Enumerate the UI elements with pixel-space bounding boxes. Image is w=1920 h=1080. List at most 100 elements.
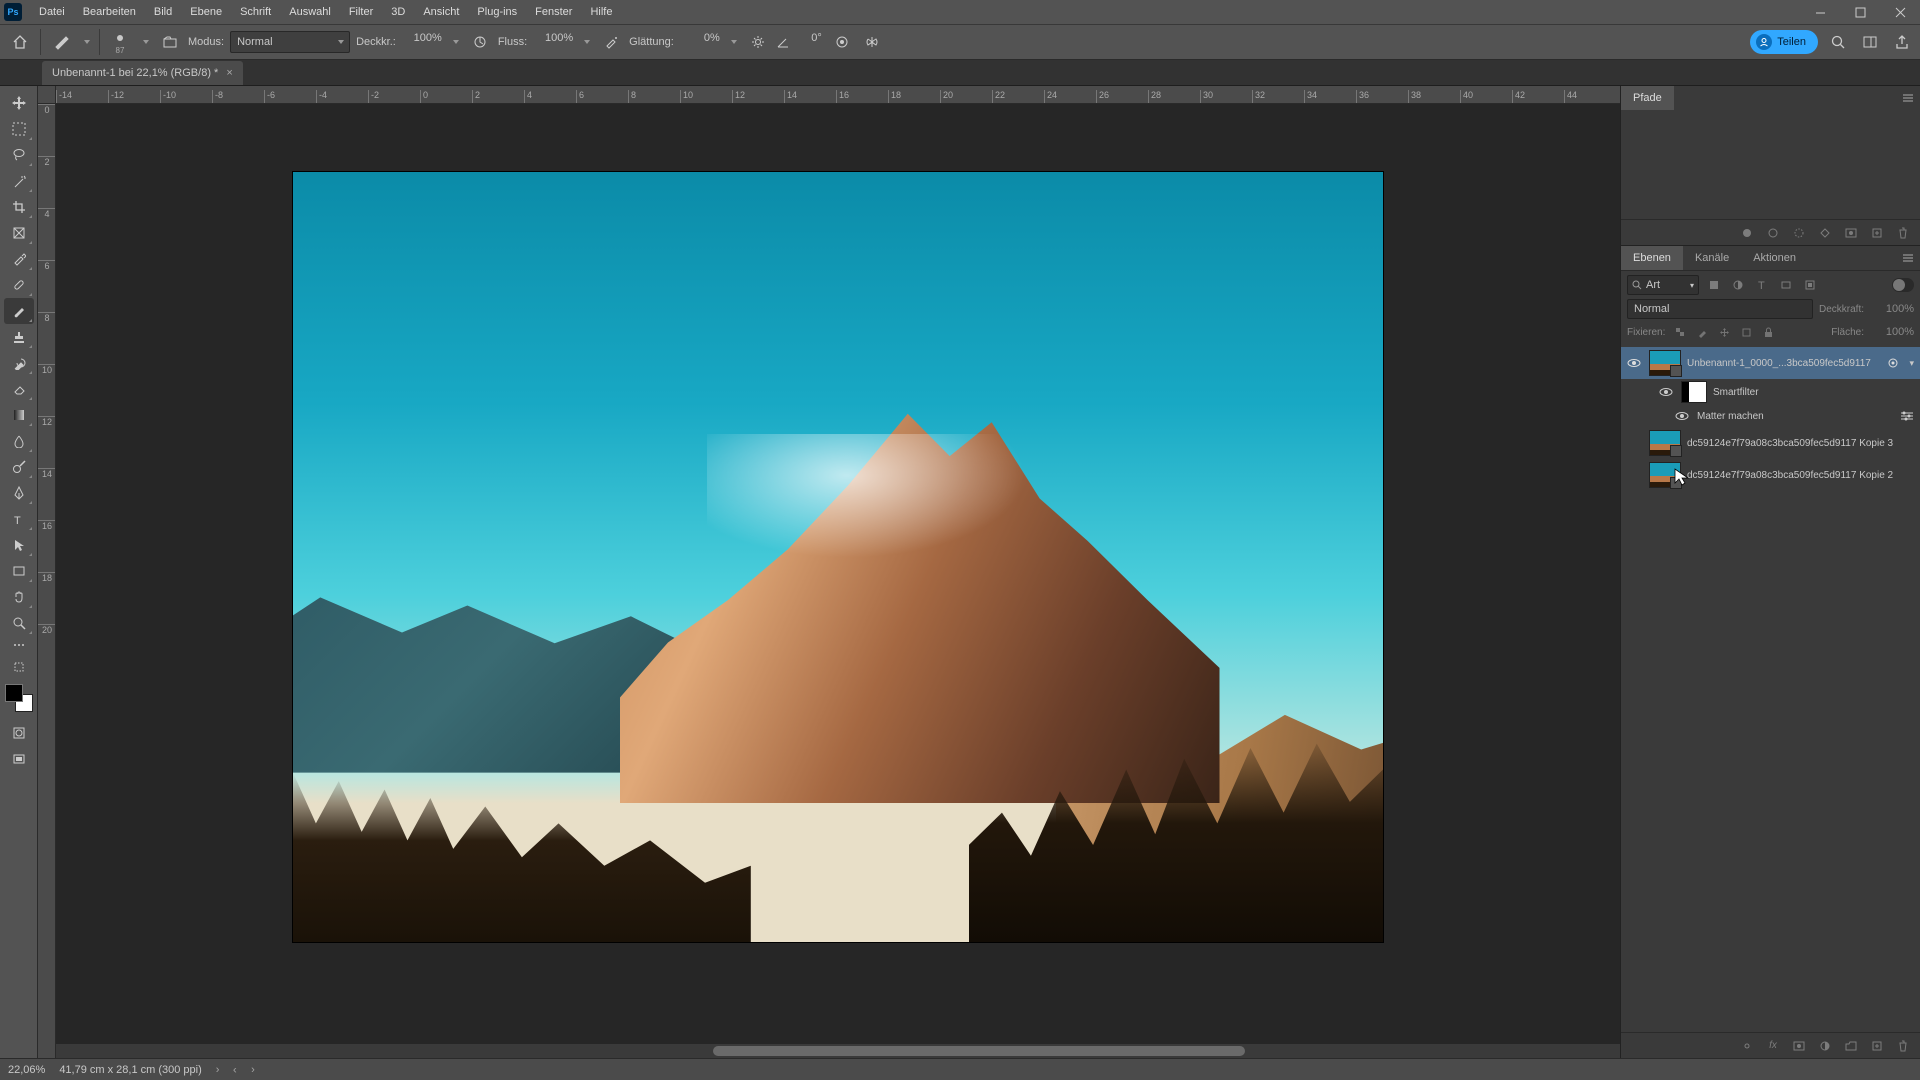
eyedropper-tool[interactable]	[4, 246, 34, 272]
layer-list[interactable]: Unbenannt-1_0000_...3bca509fec5d9117 ▾ S…	[1621, 345, 1920, 1032]
layer-name[interactable]: Unbenannt-1_0000_...3bca509fec5d9117	[1687, 358, 1881, 369]
color-swatches[interactable]	[5, 684, 33, 712]
type-tool[interactable]: T	[4, 506, 34, 532]
pressure-size-toggle[interactable]	[830, 30, 854, 54]
menu-type[interactable]: Schrift	[231, 0, 280, 24]
export-button[interactable]	[1890, 30, 1914, 54]
add-mask-button[interactable]	[1788, 1036, 1810, 1056]
scrollbar-thumb[interactable]	[713, 1046, 1245, 1056]
window-close[interactable]	[1880, 0, 1920, 24]
gradient-tool[interactable]	[4, 402, 34, 428]
filter-mask-thumbnail[interactable]	[1681, 381, 1707, 403]
document-canvas[interactable]	[293, 172, 1383, 942]
filter-shape-button[interactable]	[1777, 276, 1795, 294]
zoom-level[interactable]: 22,06%	[8, 1064, 45, 1076]
stroke-path-button[interactable]	[1762, 223, 1784, 243]
status-next[interactable]: ›	[251, 1064, 255, 1076]
filter-type-button[interactable]: T	[1753, 276, 1771, 294]
paths-tab[interactable]: Pfade	[1621, 86, 1674, 110]
menu-plugins[interactable]: Plug-ins	[468, 0, 526, 24]
layer-name[interactable]: dc59124e7f79a08c3bca509fec5d9117 Kopie 3	[1687, 438, 1920, 449]
lock-all-button[interactable]	[1759, 323, 1777, 341]
history-brush-tool[interactable]	[4, 350, 34, 376]
new-layer-button[interactable]	[1866, 1036, 1888, 1056]
menu-view[interactable]: Ansicht	[414, 0, 468, 24]
delete-path-button[interactable]	[1892, 223, 1914, 243]
add-mask-button[interactable]	[1840, 223, 1862, 243]
symmetry-button[interactable]	[860, 30, 884, 54]
window-maximize[interactable]	[1840, 0, 1880, 24]
delete-layer-button[interactable]	[1892, 1036, 1914, 1056]
actions-tab[interactable]: Aktionen	[1741, 246, 1808, 270]
filter-smartobject-button[interactable]	[1801, 276, 1819, 294]
filter-pixel-button[interactable]	[1705, 276, 1723, 294]
smoothing-dropdown[interactable]	[728, 32, 740, 52]
lock-artboard-button[interactable]	[1737, 323, 1755, 341]
status-prev[interactable]: ›	[233, 1064, 237, 1076]
lock-pixels-button[interactable]	[1693, 323, 1711, 341]
panel-menu-button[interactable]	[1902, 253, 1920, 263]
layer-row[interactable]: dc59124e7f79a08c3bca509fec5d9117 Kopie 3	[1621, 427, 1920, 459]
new-adjustment-button[interactable]	[1814, 1036, 1836, 1056]
menu-help[interactable]: Hilfe	[581, 0, 621, 24]
selection-to-path-button[interactable]	[1814, 223, 1836, 243]
menu-window[interactable]: Fenster	[526, 0, 581, 24]
brush-tool[interactable]	[4, 298, 34, 324]
lock-position-button[interactable]	[1715, 323, 1733, 341]
blur-tool[interactable]	[4, 428, 34, 454]
more-tools[interactable]	[4, 636, 34, 654]
frame-tool[interactable]	[4, 220, 34, 246]
new-group-button[interactable]	[1840, 1036, 1862, 1056]
paths-list[interactable]	[1621, 110, 1920, 219]
filter-options-icon[interactable]	[1900, 411, 1914, 421]
layer-opacity-input[interactable]: 100%	[1870, 303, 1914, 315]
layer-thumbnail[interactable]	[1649, 430, 1681, 456]
ruler-origin[interactable]	[38, 86, 56, 104]
blend-mode-dropdown[interactable]: Normal	[230, 31, 350, 53]
screen-mode-toggle[interactable]	[4, 746, 34, 772]
workspace-button[interactable]	[1858, 30, 1882, 54]
menu-edit[interactable]: Bearbeiten	[74, 0, 145, 24]
layer-row[interactable]: Unbenannt-1_0000_...3bca509fec5d9117 ▾	[1621, 347, 1920, 379]
menu-image[interactable]: Bild	[145, 0, 181, 24]
move-tool[interactable]	[4, 90, 34, 116]
path-select-tool[interactable]	[4, 532, 34, 558]
zoom-tool[interactable]	[4, 610, 34, 636]
foreground-color-swatch[interactable]	[5, 684, 23, 702]
menu-3d[interactable]: 3D	[382, 0, 414, 24]
menu-file[interactable]: Datei	[30, 0, 74, 24]
lock-transparency-button[interactable]	[1671, 323, 1689, 341]
layer-row-smartfilter[interactable]: Smartfilter	[1621, 379, 1920, 405]
filter-toggle[interactable]	[1892, 278, 1914, 292]
edit-toolbar[interactable]	[4, 654, 34, 680]
layer-thumbnail[interactable]	[1649, 350, 1681, 376]
opacity-dropdown[interactable]	[450, 32, 462, 52]
new-path-button[interactable]	[1866, 223, 1888, 243]
channels-tab[interactable]: Kanäle	[1683, 246, 1741, 270]
layer-name[interactable]: Matter machen	[1697, 411, 1894, 422]
quick-mask-toggle[interactable]	[4, 720, 34, 746]
canvas-viewport[interactable]	[56, 104, 1620, 1058]
layer-visibility-toggle[interactable]	[1625, 358, 1643, 368]
healing-tool[interactable]	[4, 272, 34, 298]
eraser-tool[interactable]	[4, 376, 34, 402]
fill-input[interactable]: 100%	[1870, 326, 1914, 338]
lasso-tool[interactable]	[4, 142, 34, 168]
layer-visibility-toggle[interactable]	[1673, 411, 1691, 421]
dodge-tool[interactable]	[4, 454, 34, 480]
quick-select-tool[interactable]	[4, 168, 34, 194]
airbrush-toggle[interactable]	[599, 30, 623, 54]
brush-tool-indicator[interactable]	[47, 29, 75, 55]
layer-name[interactable]: Smartfilter	[1713, 387, 1920, 398]
flow-dropdown[interactable]	[581, 32, 593, 52]
layer-row-filter-entry[interactable]: Matter machen	[1621, 405, 1920, 427]
status-info-dropdown[interactable]: ›	[216, 1064, 220, 1076]
document-tab[interactable]: Unbenannt-1 bei 22,1% (RGB/8) * ×	[42, 61, 243, 85]
search-button[interactable]	[1826, 30, 1850, 54]
shape-tool[interactable]	[4, 558, 34, 584]
pen-tool[interactable]	[4, 480, 34, 506]
layer-visibility-toggle[interactable]	[1657, 387, 1675, 397]
smoothing-input[interactable]: 0%	[680, 32, 722, 52]
menu-filter[interactable]: Filter	[340, 0, 382, 24]
ruler-vertical[interactable]: 02468101214161820	[38, 104, 56, 1058]
